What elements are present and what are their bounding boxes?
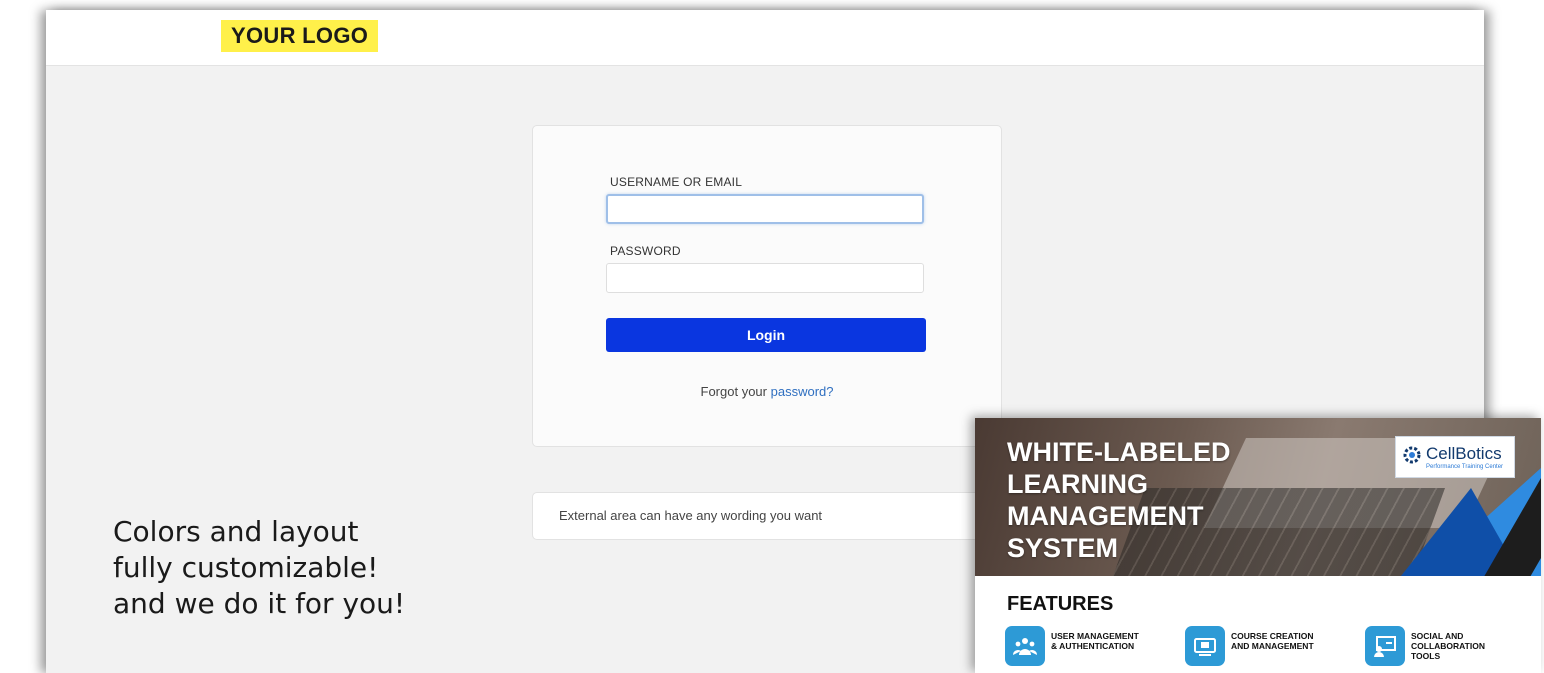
collaboration-icon — [1365, 626, 1405, 666]
lms-flyer: WHITE-LABELED LEARNING MANAGEMENT SYSTEM… — [975, 418, 1541, 673]
caption-line-3: and we do it for you! — [113, 587, 406, 620]
feature-label: SOCIAL AND COLLABORATION TOOLS — [1411, 631, 1485, 661]
logo: YOUR LOGO — [221, 20, 379, 52]
external-area: External area can have any wording you w… — [532, 492, 1002, 540]
username-input[interactable] — [606, 194, 924, 224]
feature-label-line: COLLABORATION — [1411, 641, 1485, 651]
password-label: PASSWORD — [610, 244, 681, 258]
feature-label-line: AND MANAGEMENT — [1231, 641, 1314, 651]
users-icon — [1005, 626, 1045, 666]
feature-label-line: TOOLS — [1411, 651, 1441, 661]
login-button[interactable]: Login — [606, 318, 926, 352]
external-area-text: External area can have any wording you w… — [559, 508, 823, 523]
features-heading: FEATURES — [1007, 593, 1114, 615]
brand-name: CellBotics — [1426, 444, 1502, 463]
feature-label: COURSE CREATION AND MANAGEMENT — [1231, 631, 1314, 651]
flyer-title-line: LEARNING — [1007, 469, 1148, 499]
caption-line-2: fully customizable! — [113, 551, 379, 584]
feature-label-line: & AUTHENTICATION — [1051, 641, 1135, 651]
feature-label-line: SOCIAL AND — [1411, 631, 1464, 641]
feature-label: USER MANAGEMENT & AUTHENTICATION — [1051, 631, 1139, 651]
flyer-title: WHITE-LABELED LEARNING MANAGEMENT SYSTEM — [1007, 436, 1230, 564]
caption-line-1: Colors and layout — [113, 515, 359, 548]
forgot-password-link[interactable]: password? — [771, 384, 834, 399]
login-card: USERNAME OR EMAIL PASSWORD Login Forgot … — [532, 125, 1002, 447]
top-bar: YOUR LOGO — [46, 10, 1484, 66]
feature-label-line: COURSE CREATION — [1231, 631, 1314, 641]
flyer-hero-image: WHITE-LABELED LEARNING MANAGEMENT SYSTEM… — [975, 418, 1541, 576]
course-icon — [1185, 626, 1225, 666]
brand-tagline: Performance Training Center — [1426, 464, 1504, 470]
gear-icon — [1403, 446, 1421, 464]
flyer-title-line: MANAGEMENT — [1007, 501, 1204, 531]
username-label: USERNAME OR EMAIL — [610, 175, 743, 189]
password-input[interactable] — [606, 263, 924, 293]
feature-label-line: USER MANAGEMENT — [1051, 631, 1139, 641]
brand-logo: CellBotics Performance Training Center — [1395, 436, 1515, 478]
flyer-title-line: SYSTEM — [1007, 533, 1119, 563]
forgot-password-prefix: Forgot your — [700, 384, 771, 399]
flyer-title-line: WHITE-LABELED — [1007, 437, 1231, 467]
promo-caption: Colors and layout fully customizable! an… — [113, 514, 405, 622]
forgot-password-text: Forgot your password? — [533, 384, 1001, 399]
